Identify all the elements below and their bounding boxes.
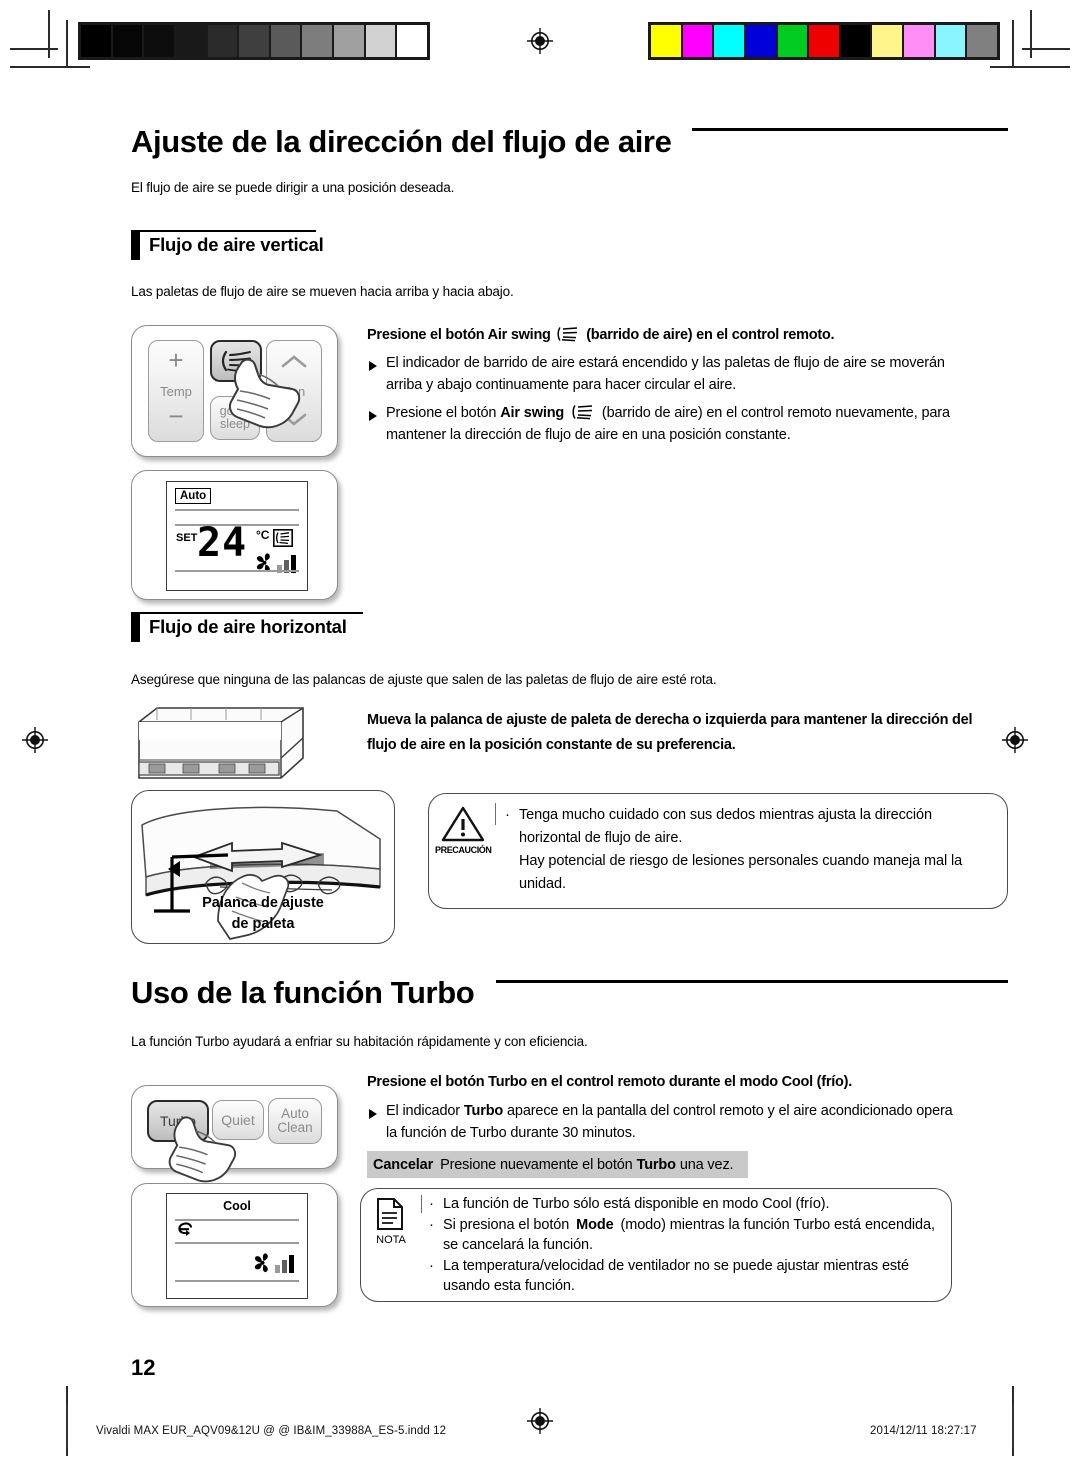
- caution-item-1: Tenga mucho cuidado con sus dedos mientr…: [519, 807, 932, 846]
- note-item-2: Si presiona el botón Mode (modo) mientra…: [443, 1215, 941, 1255]
- page-title-turbo: Uso de la función Turbo: [131, 975, 475, 1010]
- note-bullet-dot: ·: [429, 1195, 434, 1212]
- turbo-bullet-bold: Turbo: [463, 1103, 504, 1119]
- temp-minus-icon: −: [168, 401, 184, 431]
- caution-label: PRECAUCIÓN: [435, 845, 492, 855]
- lcd-fan-speed-icon: [254, 1253, 294, 1273]
- caution-triangle-icon: [441, 806, 485, 842]
- cancel-label: Cancelar: [373, 1156, 434, 1173]
- paddle-lever-label-line1: Palanca de ajuste: [202, 895, 324, 911]
- title-rule-turbo: [496, 980, 1008, 983]
- airflow-intro: El flujo de aire se puede dirigir a una …: [131, 180, 455, 195]
- remote-display-card-auto: Auto SET 24 °C: [131, 470, 338, 600]
- horizontal-airflow-lead: Mueva la palanca de ajuste de paleta de …: [367, 712, 973, 753]
- footer-timestamp: 2014/12/11 18:27:17: [870, 1425, 977, 1437]
- temp-plus-icon: +: [168, 345, 184, 375]
- note-box: NOTA · La función de Turbo sólo está dis…: [360, 1188, 952, 1302]
- page-title-airflow: Ajuste de la dirección del flujo de aire: [131, 124, 672, 159]
- bullet-arrow-icon: [369, 361, 377, 371]
- lcd-screen-cool: Cool: [166, 1193, 308, 1299]
- vertical-airflow-bullet-1: El indicador de barrido de aire estará e…: [386, 355, 945, 393]
- turbo-lead: Presione el botón Turbo en el control re…: [367, 1074, 852, 1090]
- title-rule-airflow: [692, 128, 1008, 131]
- vertical-airflow-description: Las paletas de flujo de aire se mueven h…: [131, 284, 514, 299]
- cancel-pre: Presione nuevamente el botón: [440, 1156, 633, 1173]
- lcd-turbo-indicator-icon: [178, 1222, 193, 1236]
- lcd-temperature-unit: °C: [256, 528, 270, 542]
- heading-horizontal-airflow-label: Flujo de aire horizontal: [149, 616, 347, 637]
- vertical-lead-pre: Presione el botón Air swing: [367, 327, 551, 343]
- bullet2-bold: Air swing: [500, 405, 565, 421]
- vertical-airflow-lead: Presione el botón Air swing (barrido de …: [367, 326, 1012, 343]
- lcd-temperature-value: 24: [197, 520, 248, 566]
- vertical-airflow-bullet-2: Presione el botón Air swing (barrido de …: [386, 402, 961, 446]
- pressing-hand-icon: [168, 1116, 237, 1183]
- manual-page: Ajuste de la dirección del flujo de aire…: [0, 0, 1080, 1476]
- vertical-lead-post: (barrido de aire) en el control remoto.: [586, 327, 835, 343]
- note-item2-pre: Si presiona el botón: [443, 1217, 570, 1233]
- auto-clean-label-2: Clean: [277, 1120, 313, 1135]
- note-label: NOTA: [376, 1234, 406, 1246]
- turbo-intro: La función Turbo ayudará a enfriar su ha…: [131, 1034, 588, 1049]
- footer-rule-right: [1012, 1404, 1014, 1448]
- cancel-highlight-bar: Cancelar Presione nuevamente el botón Tu…: [367, 1151, 748, 1178]
- lcd-screen-auto: Auto SET 24 °C: [166, 481, 308, 591]
- turbo-bullet-1: El indicador Turbo aparece en la pantall…: [386, 1100, 964, 1144]
- lcd-mode-cool: Cool: [223, 1199, 251, 1213]
- caution-bullet-dot: ·: [505, 806, 510, 823]
- cancel-post: una vez.: [679, 1156, 734, 1173]
- lcd-set-label: SET: [176, 532, 198, 544]
- note-bullet-dot: ·: [429, 1257, 434, 1274]
- turbo-remote-card: Turbo Quiet Auto Clean: [131, 1085, 338, 1183]
- heading-vertical-airflow-label: Flujo de aire vertical: [149, 234, 324, 255]
- note-document-icon: [377, 1198, 403, 1230]
- temp-label: Temp: [160, 384, 192, 399]
- cancel-bold: Turbo: [636, 1156, 676, 1173]
- note-item-1: La función de Turbo sólo está disponible…: [443, 1196, 830, 1212]
- page-number: 12: [131, 1355, 156, 1380]
- horizontal-airflow-description: Asegúrese que ninguna de las palancas de…: [131, 672, 717, 687]
- lcd-mode-auto: Auto: [175, 488, 212, 504]
- air-swing-inline-icon: [572, 405, 593, 420]
- note-item-3: La temperatura/velocidad de ventilador n…: [443, 1258, 909, 1294]
- remote-buttons-card: + Temp − good’ sleep Fan: [131, 325, 338, 457]
- temp-button[interactable]: + Temp −: [148, 340, 204, 442]
- auto-clean-button[interactable]: Auto Clean: [268, 1098, 322, 1144]
- bullet2-pre: Presione el botón: [386, 405, 497, 421]
- paddle-lever-label-line2: de paleta: [231, 916, 295, 932]
- pressing-hand-icon: [228, 358, 301, 429]
- paddle-lever-zoom-art: Palanca de ajuste de paleta: [131, 790, 395, 944]
- remote-display-card-cool: Cool: [131, 1183, 338, 1307]
- air-swing-inline-icon: [557, 327, 578, 342]
- footer-rule-left: [66, 1404, 68, 1448]
- bullet-arrow-icon: [369, 1109, 377, 1119]
- bullet-arrow-icon: [369, 411, 377, 421]
- auto-clean-label-1: Auto: [281, 1106, 309, 1122]
- note-bullet-dot: ·: [429, 1216, 434, 1233]
- caution-item-2: Hay potencial de riesgo de lesiones pers…: [519, 853, 963, 892]
- turbo-bullet-pre: El indicador: [386, 1103, 460, 1119]
- lcd-air-swing-icon: [273, 529, 293, 547]
- footer-filename: Vivaldi MAX EUR_AQV09&12U @ @ IB&IM_3398…: [96, 1425, 447, 1437]
- caution-box: PRECAUCIÓN · Tenga mucho cuidado con sus…: [428, 793, 1008, 909]
- note-item2-bold: Mode: [576, 1217, 614, 1233]
